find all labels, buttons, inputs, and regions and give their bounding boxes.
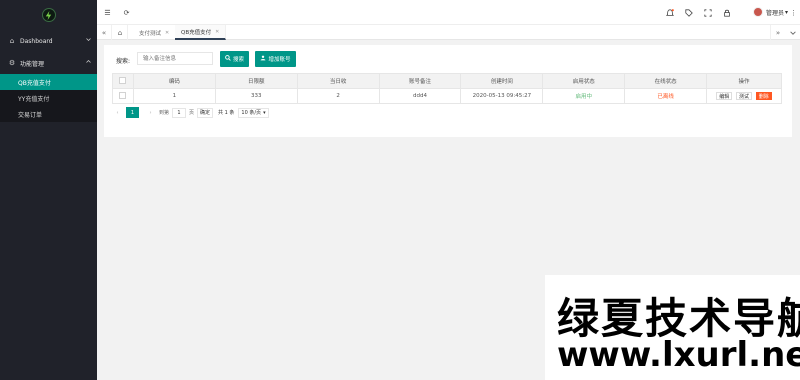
test-button[interactable]: 测试 <box>736 92 753 100</box>
tabs-scroll-right-icon[interactable]: » <box>770 25 785 40</box>
sidebar-item-qb-pay[interactable]: QB充值支付 <box>0 74 97 90</box>
sidebar-submenu: QB充值支付 YY充值支付 交易订单 <box>0 74 97 122</box>
row-checkbox-cell <box>112 88 134 104</box>
cell-note: ddd4 <box>378 88 462 104</box>
cell-online-status: 已离线 <box>624 88 708 104</box>
close-icon[interactable]: ✕ <box>215 29 219 35</box>
goto-label: 到第 <box>159 110 170 116</box>
tabs-scroll-left-icon[interactable]: « <box>97 25 112 40</box>
table-row: 1 333 2 ddd4 2020-05-13 09:45:27 启用中 已离线… <box>112 88 782 104</box>
more-vertical-icon[interactable]: ⋮ <box>789 8 798 17</box>
col-online: 在线状态 <box>624 73 708 89</box>
tag-icon[interactable] <box>684 8 693 17</box>
tab-bar: « ⌂ 支付测试 ✕ QB充值支付 ✕ » <box>97 25 800 40</box>
col-created: 创建时间 <box>460 73 544 89</box>
caret-down-icon: ▾ <box>784 8 788 16</box>
admin-menu[interactable]: 管理员 ▾ <box>752 7 788 17</box>
col-note: 账号备注 <box>378 73 462 89</box>
sidebar-item-yy-pay[interactable]: YY充值支付 <box>0 90 97 106</box>
pagination: ‹ 1 › 到第 1 页 确定 共 1 条 10 条/页 ▾ <box>112 107 269 118</box>
accounts-table: 编码 日限额 当日收 账号备注 创建时间 启用状态 在线状态 操作 1 333 … <box>112 73 782 104</box>
row-checkbox[interactable] <box>119 91 127 99</box>
cell-enabled-status: 启用中 <box>542 88 626 104</box>
content-card: 搜索: 搜索 增加账号 编码 日限额 当日收 账号备注 创建时间 启用状态 在线… <box>104 45 792 137</box>
table-header-row: 编码 日限额 当日收 账号备注 创建时间 启用状态 在线状态 操作 <box>112 73 782 89</box>
refresh-icon[interactable]: ⟳ <box>122 8 131 17</box>
chevron-down-icon <box>86 37 91 44</box>
nav-func-mgmt-label: 功能管理 <box>20 60 45 68</box>
page-size-select[interactable]: 10 条/页 ▾ <box>238 107 269 118</box>
search-input[interactable] <box>137 52 213 65</box>
sidebar-item-orders[interactable]: 交易订单 <box>0 106 97 122</box>
search-button[interactable]: 搜索 <box>220 51 249 67</box>
delete-button[interactable]: 删除 <box>755 92 772 100</box>
home-icon: ⌂ <box>9 37 15 45</box>
col-id: 编码 <box>132 73 216 89</box>
tab-pay-test-label: 支付测试 <box>139 30 162 37</box>
menu-toggle-icon[interactable]: ☰ <box>103 8 112 17</box>
tabs-menu-chevron-down-icon[interactable] <box>785 25 800 40</box>
logo-icon <box>41 8 56 22</box>
search-icon <box>225 55 231 63</box>
logo[interactable] <box>0 0 97 30</box>
col-limit: 日限额 <box>214 73 298 89</box>
tab-pay-test[interactable]: 支付测试 ✕ <box>133 25 177 40</box>
gear-icon: ⚙ <box>8 59 16 67</box>
cell-actions: 编辑 测试 删除 <box>706 88 782 104</box>
caret-down-icon: ▾ <box>263 109 266 116</box>
search-button-label: 搜索 <box>232 57 244 63</box>
home-tab-icon[interactable]: ⌂ <box>113 25 128 40</box>
page-size-value: 10 条/页 <box>241 110 262 116</box>
search-label: 搜索: <box>116 58 131 65</box>
cell-limit: 333 <box>214 88 298 104</box>
avatar <box>752 7 763 17</box>
page-unit-label: 页 <box>189 110 195 116</box>
user-add-icon <box>260 55 266 63</box>
add-account-label: 增加账号 <box>268 57 291 63</box>
col-enabled: 启用状态 <box>542 73 626 89</box>
fullscreen-icon[interactable] <box>703 8 712 17</box>
nav-dashboard[interactable]: ⌂ Dashboard <box>0 30 97 52</box>
col-today: 当日收 <box>296 73 380 89</box>
chevron-up-icon <box>86 59 91 66</box>
tab-qb-pay-label: QB充值支付 <box>181 29 212 36</box>
nav-func-mgmt[interactable]: ⚙ 功能管理 <box>0 52 97 74</box>
goto-page-input[interactable]: 1 <box>172 107 187 118</box>
select-all-checkbox[interactable] <box>119 76 127 84</box>
lock-icon[interactable] <box>722 8 731 17</box>
sidebar: ⌂ Dashboard ⚙ 功能管理 QB充值支付 YY充值支付 交易订单 <box>0 0 97 380</box>
prev-page-icon[interactable]: ‹ <box>112 107 123 118</box>
tab-qb-pay[interactable]: QB充值支付 ✕ <box>175 25 227 40</box>
close-icon[interactable]: ✕ <box>165 30 169 36</box>
watermark: 绿夏技术导航 www.lxurl.net <box>545 275 800 380</box>
edit-button[interactable]: 编辑 <box>716 92 733 100</box>
add-account-button[interactable]: 增加账号 <box>255 51 296 67</box>
watermark-url: www.lxurl.net <box>557 335 800 375</box>
cell-created: 2020-05-13 09:45:27 <box>460 88 544 104</box>
current-page[interactable]: 1 <box>126 107 139 118</box>
goto-confirm-button[interactable]: 确定 <box>197 107 214 118</box>
cell-today: 2 <box>296 88 380 104</box>
total-count: 共 1 条 <box>218 110 235 116</box>
bell-icon[interactable] <box>665 8 674 17</box>
col-actions: 操作 <box>706 73 782 89</box>
nav-dashboard-label: Dashboard <box>20 37 53 45</box>
header-checkbox-cell <box>112 73 134 89</box>
admin-name: 管理员 <box>765 9 784 17</box>
top-header: ☰ ⟳ 管理员 ▾ ⋮ <box>97 0 800 25</box>
next-page-icon[interactable]: › <box>145 107 156 118</box>
cell-id: 1 <box>132 88 216 104</box>
